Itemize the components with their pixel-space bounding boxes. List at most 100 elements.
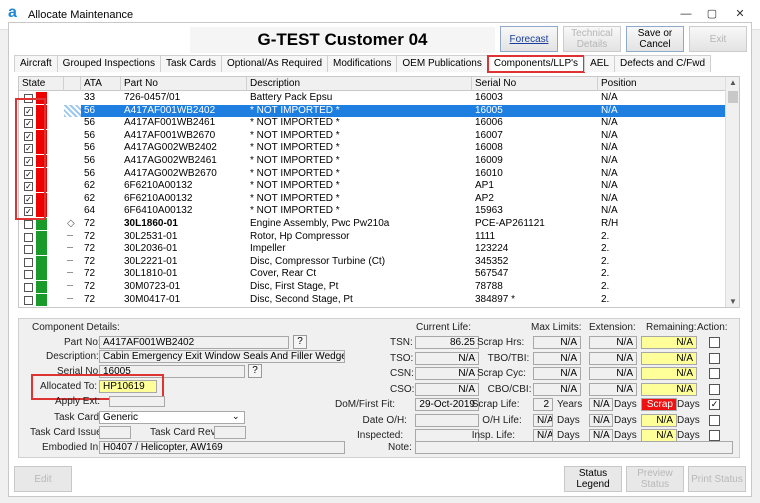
table-row[interactable]: ┄ 72 30L2221-01 Disc, Compressor Turbine (C… [19, 255, 725, 269]
current-life-field[interactable]: 29-Oct-2019 [415, 398, 479, 411]
description-field[interactable]: Cabin Emergency Exit Window Seals And Fi… [99, 350, 345, 363]
table-row[interactable]: ✓ 56 A417AF001WB2461 * NOT IMPORTED * 16006 N… [19, 117, 725, 130]
current-life-field[interactable] [415, 413, 479, 427]
extension-field[interactable]: N/A [589, 413, 613, 427]
restore-button[interactable]: ▢ [702, 6, 722, 22]
task-card-rev-field[interactable] [214, 426, 246, 439]
table-row[interactable]: 33 726-0457/01 Battery Pack Epsu 16003 N/A [19, 92, 725, 105]
part-no-lookup-button[interactable]: ? [293, 335, 307, 349]
apply-ext-field[interactable] [109, 396, 165, 407]
col-serial-no[interactable]: Serial No [472, 77, 598, 91]
table-row[interactable]: ┄ 72 30L2531-01 Rotor, Hp Compressor 1111 2. [19, 230, 725, 244]
tab-optional-as-required[interactable]: Optional/As Required [220, 55, 329, 72]
limit-field[interactable]: N/A [533, 336, 581, 349]
remaining-field[interactable]: N/A [641, 413, 677, 427]
extension-field[interactable]: N/A [589, 367, 637, 380]
tab-ael[interactable]: AEL [584, 55, 615, 72]
table-row[interactable]: ✓ 56 A417AF001WB2402 * NOT IMPORTED * 16005 N… [19, 104, 725, 118]
status-legend-button[interactable]: Status Legend [564, 466, 622, 492]
col-ata[interactable]: ATA [81, 77, 121, 91]
limit-field[interactable]: N/A [533, 351, 581, 365]
extension-field[interactable]: N/A [589, 398, 613, 411]
limit-field[interactable]: N/A [533, 367, 581, 380]
table-row[interactable]: ✓ 56 A417AG002WB2402 * NOT IMPORTED * 16008 N… [19, 142, 725, 155]
limit-field[interactable]: N/A [533, 413, 553, 427]
row-checkbox[interactable] [24, 257, 33, 267]
part-no-label: Part No: [64, 337, 101, 348]
row-checkbox[interactable] [24, 220, 33, 229]
col-part-no[interactable]: Part No [121, 77, 247, 91]
table-row[interactable]: ✓ 56 A417AF001WB2670 * NOT IMPORTED * 16007 N… [19, 129, 725, 143]
technical-details-button[interactable]: Technical Details [563, 26, 621, 52]
current-life-field[interactable]: N/A [415, 351, 479, 365]
row-checkbox[interactable] [24, 232, 33, 242]
exit-button[interactable]: Exit [689, 26, 747, 52]
cell-part: 6F6210A00132 [124, 192, 193, 204]
row-checkbox[interactable] [24, 245, 33, 255]
table-row[interactable]: ┄ 72 30L1810-01 Cover, Rear Ct 567547 2. [19, 268, 725, 281]
col-position[interactable]: Position [598, 77, 725, 91]
close-button[interactable]: ✕ [730, 6, 750, 22]
table-row[interactable]: ✓ 62 6F6210A00132 * NOT IMPORTED * AP2 N/A [19, 192, 725, 206]
tab-modifications[interactable]: Modifications [327, 55, 398, 72]
save-or-cancel-button[interactable]: Save or Cancel [626, 26, 684, 52]
preview-status-button[interactable]: Preview Status [626, 466, 684, 492]
current-life-field[interactable]: N/A [415, 367, 479, 380]
serial-no-lookup-button[interactable]: ? [248, 364, 262, 378]
edit-button[interactable]: Edit [14, 466, 72, 492]
extension-field[interactable]: N/A [589, 351, 637, 365]
tab-oem-publications[interactable]: OEM Publications [396, 55, 488, 72]
action-checkbox[interactable] [709, 368, 720, 379]
limit-field[interactable]: N/A [533, 382, 581, 396]
table-row[interactable]: ┄ 72 30M0723-01 Disc, First Stage, Pt 78788 2… [19, 281, 725, 294]
minimize-button[interactable]: — [676, 6, 696, 22]
scroll-thumb[interactable] [728, 91, 738, 103]
grid-scrollbar[interactable]: ▲ ▼ [725, 77, 739, 307]
remaining-field[interactable]: N/A [641, 382, 697, 396]
tab-aircraft[interactable]: Aircraft [14, 55, 58, 72]
remaining-field[interactable]: N/A [641, 351, 697, 365]
tree-connector-icon [64, 193, 81, 206]
remaining-field[interactable]: N/A [641, 367, 697, 380]
action-checkbox[interactable] [709, 430, 720, 441]
table-row[interactable]: ┄ 72 30M0417-01 Disc, Second Stage, Pt 38489… [19, 293, 725, 307]
tab-task-cards[interactable]: Task Cards [159, 55, 222, 72]
tab-grouped-inspections[interactable]: Grouped Inspections [56, 55, 161, 72]
action-checkbox[interactable] [709, 383, 720, 395]
table-row[interactable]: ✓ 56 A417AG002WB2461 * NOT IMPORTED * 16009 N… [19, 155, 725, 168]
row-checkbox[interactable] [24, 295, 33, 305]
note-field[interactable] [415, 441, 733, 454]
table-row[interactable]: ✓ 64 6F6410A00132 * NOT IMPORTED * 15963 N/A [19, 205, 725, 218]
table-row[interactable]: ✓ 62 6F6210A00132 * NOT IMPORTED * AP1 N/A [19, 180, 725, 193]
tab-defects-cfwd[interactable]: Defects and C/Fwd [613, 55, 712, 72]
embodied-in-field[interactable]: H0407 / Helicopter, AW169 [99, 441, 345, 454]
table-row[interactable]: ✓ 56 A417AG002WB2670 * NOT IMPORTED * 16010 N… [19, 167, 725, 181]
row-checkbox[interactable] [24, 270, 33, 280]
table-row[interactable]: ◇ 72 30L1860-01 Engine Assembly, Pwc Pw210a… [19, 218, 725, 231]
action-checkbox[interactable] [709, 352, 720, 364]
row-checkbox[interactable] [24, 283, 33, 292]
forecast-button[interactable]: Forecast [500, 26, 558, 52]
tab-components-llps[interactable]: Components/LLP's [486, 55, 586, 73]
action-checkbox[interactable] [709, 414, 720, 426]
action-checkbox[interactable]: ✓ [709, 399, 720, 410]
limit-field[interactable]: 2 [533, 398, 553, 411]
task-card-select[interactable]: Generic [99, 411, 245, 424]
action-checkbox[interactable] [709, 337, 720, 348]
task-card-chevron-down-icon[interactable]: ⌄ [232, 411, 240, 422]
extension-field[interactable]: N/A [589, 336, 637, 349]
table-row[interactable]: ┄ 72 30L2036-01 Impeller 123224 2. [19, 243, 725, 256]
part-no-field[interactable]: A417AF001WB2402 [99, 336, 289, 349]
scroll-down-icon[interactable]: ▼ [729, 297, 737, 306]
current-life-field[interactable]: 86.25 [415, 336, 479, 349]
scroll-up-icon[interactable]: ▲ [729, 78, 737, 87]
col-description[interactable]: Description [247, 77, 472, 91]
extension-field[interactable]: N/A [589, 382, 637, 396]
extension-header: Extension: [589, 322, 636, 333]
current-life-field[interactable]: N/A [415, 382, 479, 396]
print-status-button[interactable]: Print Status [688, 466, 746, 492]
remaining-field[interactable]: N/A [641, 336, 697, 349]
col-state[interactable]: State [19, 77, 64, 91]
task-card-issue-field[interactable] [99, 426, 131, 439]
remaining-field[interactable]: Scrap [641, 398, 677, 411]
